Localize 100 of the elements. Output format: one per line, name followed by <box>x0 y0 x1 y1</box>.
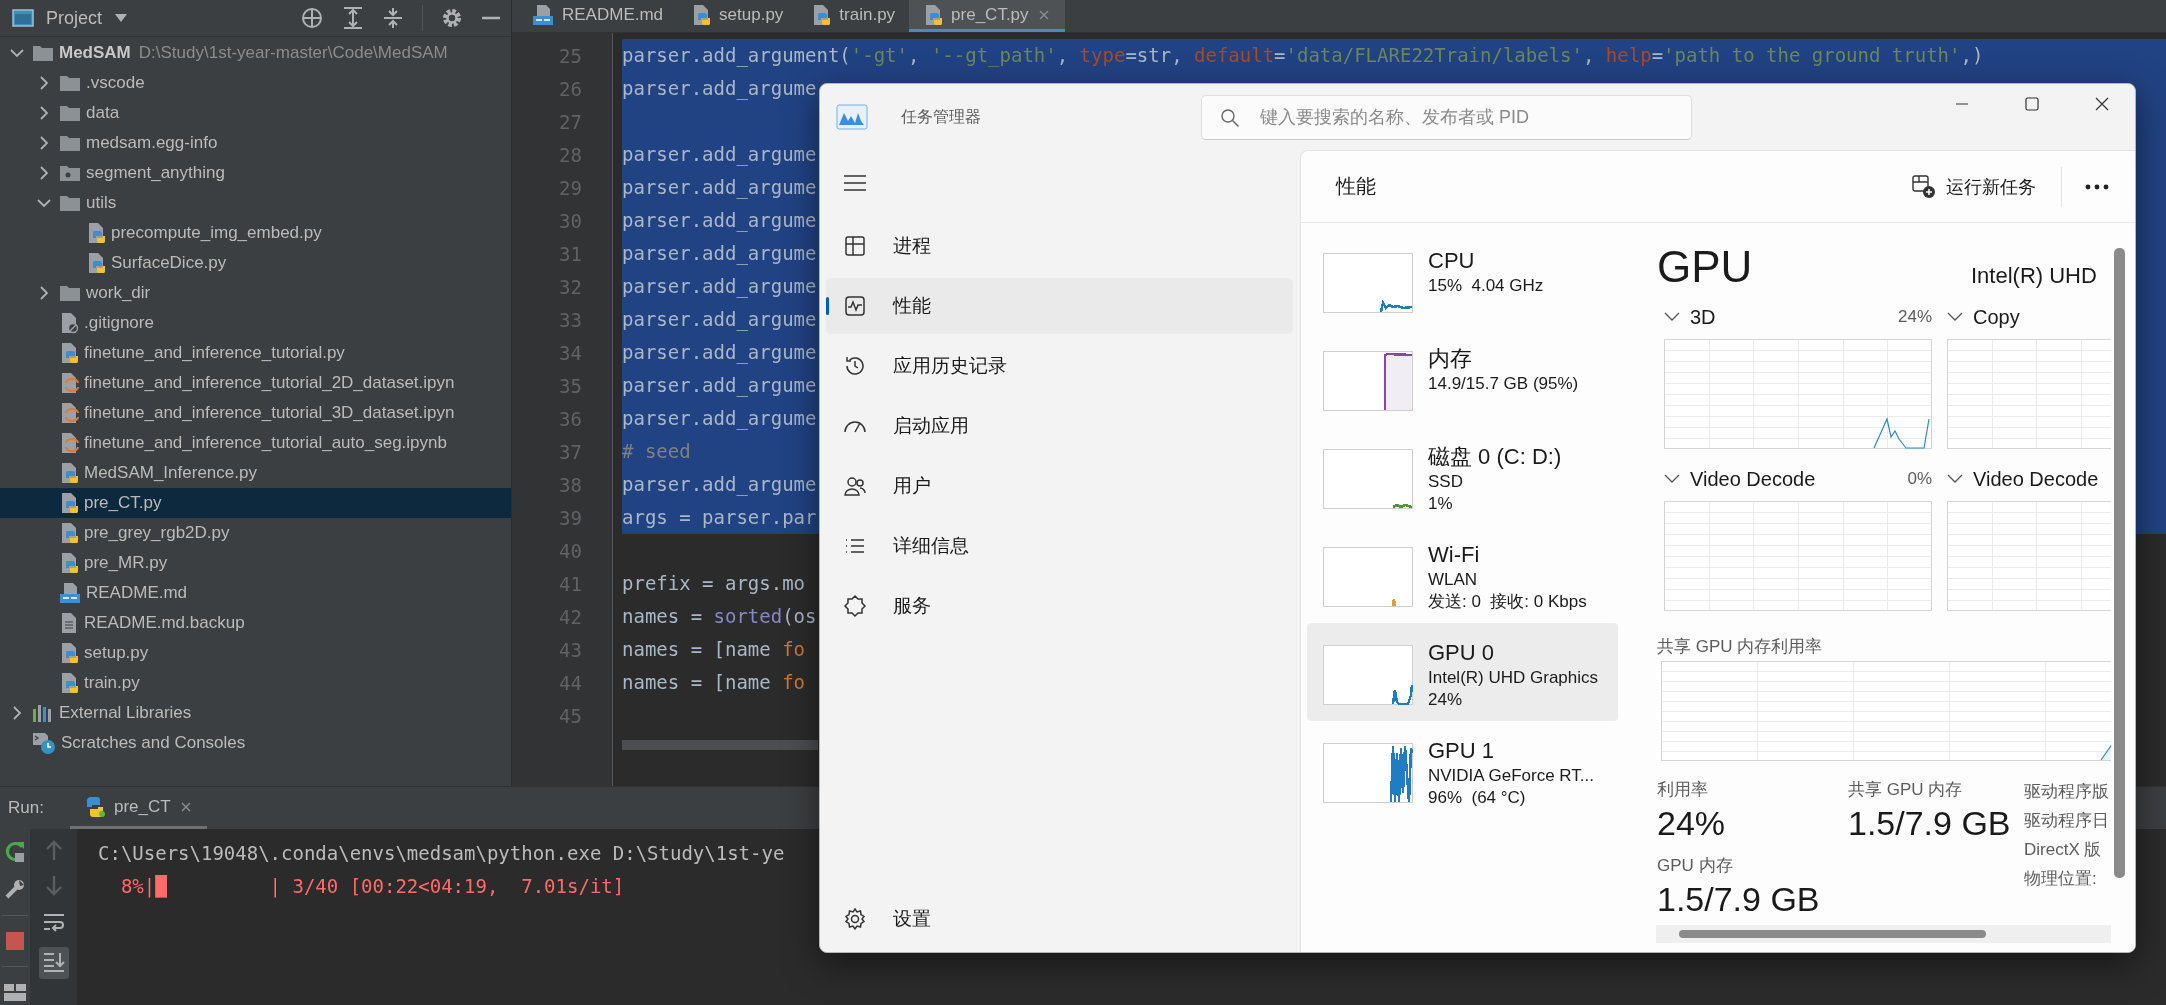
processes-icon <box>843 234 867 258</box>
horizontal-scrollbar[interactable] <box>1679 930 1986 938</box>
tree-item[interactable]: Scratches and Consoles <box>0 728 511 758</box>
tree-item[interactable]: data <box>0 98 511 128</box>
python-file-icon <box>59 492 79 514</box>
libraries-icon <box>32 703 54 723</box>
nav-item[interactable]: 应用历史记录 <box>826 338 1293 394</box>
tree-item[interactable]: pre_MR.py <box>0 548 511 578</box>
engine-value: 0% <box>1907 469 1932 489</box>
run-new-task-button[interactable]: 运行新任务 <box>1902 168 2046 205</box>
maximize-icon[interactable] <box>2025 97 2039 111</box>
tree-item[interactable]: .gitignore <box>0 308 511 338</box>
menu-icon[interactable] <box>843 173 867 193</box>
tree-item[interactable]: medsam.egg-info <box>0 128 511 158</box>
collapse-all-icon[interactable] <box>382 6 404 30</box>
tree-item[interactable]: External Libraries <box>0 698 511 728</box>
scroll-to-end-icon[interactable] <box>41 950 66 972</box>
layout-icon[interactable] <box>3 981 27 1003</box>
tree-item[interactable]: MedSAM D:\Study\1st-year-master\Code\MedSAM <box>0 38 511 68</box>
device-detail: SSD <box>1428 471 1464 493</box>
wrench-icon[interactable] <box>3 877 27 901</box>
markdown-file-icon <box>532 3 554 26</box>
editor-tab[interactable]: pre_CT.py <box>909 0 1065 32</box>
tree-item[interactable]: utils <box>0 188 511 218</box>
chevron-icon[interactable] <box>1947 312 1963 322</box>
chevron-icon[interactable] <box>1664 474 1680 484</box>
project-view-dropdown[interactable]: Project <box>46 7 129 29</box>
notebook-file-icon <box>59 372 79 394</box>
stat-value: 1.5/7.9 GB <box>1848 803 2012 843</box>
device-detail: 96% (64 °C) <box>1428 787 1527 809</box>
device-item[interactable]: CPU 15% 4.04 GHz <box>1307 231 1618 329</box>
editor-tab[interactable]: setup.py <box>677 0 798 32</box>
caret-down-icon <box>114 13 129 23</box>
folder-icon <box>59 104 81 122</box>
device-item[interactable]: Wi-Fi WLAN 发送: 0 接收: 0 Kbps <box>1307 525 1618 623</box>
nav-item[interactable]: 进程 <box>826 218 1293 274</box>
scratches-icon <box>32 731 56 755</box>
device-item[interactable]: 内存 14.9/15.7 GB (95%) <box>1307 329 1618 427</box>
nav-item[interactable]: 服务 <box>826 578 1293 634</box>
tree-item[interactable]: SurfaceDice.py <box>0 248 511 278</box>
services-icon <box>843 594 867 618</box>
folder-icon <box>59 164 81 182</box>
run-tab[interactable]: pre_CT <box>69 787 207 829</box>
nav-item[interactable]: 详细信息 <box>826 518 1293 574</box>
folder-icon <box>59 134 81 152</box>
device-name: CPU <box>1428 247 1476 275</box>
tree-item[interactable]: precompute_img_embed.py <box>0 218 511 248</box>
settings-icon[interactable] <box>441 7 463 29</box>
tree-item[interactable]: README.md.backup <box>0 608 511 638</box>
device-item[interactable]: GPU 1 NVIDIA GeForce RT... 96% (64 °C) <box>1307 721 1618 819</box>
stat-label: GPU 内存 <box>1657 855 1734 877</box>
tree-item[interactable]: .vscode <box>0 68 511 98</box>
code-line: names = [name fo <box>622 670 806 695</box>
console-line: 8%|█ | 3/40 [00:22<04:19, 7.01s/it] <box>119 874 625 900</box>
tree-item[interactable]: setup.py <box>0 638 511 668</box>
nav-item[interactable]: 用户 <box>826 458 1293 514</box>
locate-icon[interactable] <box>300 6 324 30</box>
window-title: 任务管理器 <box>901 106 982 127</box>
tree-item[interactable]: pre_CT.py <box>0 488 511 518</box>
tree-item[interactable]: train.py <box>0 668 511 698</box>
editor-tab[interactable]: README.md <box>518 0 678 32</box>
nav-item[interactable]: 性能 <box>826 278 1293 334</box>
tree-item[interactable]: MedSAM_Inference.py <box>0 458 511 488</box>
tree-item[interactable]: finetune_and_inference_tutorial.py <box>0 338 511 368</box>
tree-item[interactable]: segment_anything <box>0 158 511 188</box>
horizontal-scrollbar[interactable] <box>622 740 818 750</box>
users-icon <box>843 474 867 498</box>
device-detail: WLAN <box>1428 569 1479 591</box>
gpu-model: Intel(R) UHD <box>1971 262 2097 290</box>
tree-item[interactable]: finetune_and_inference_tutorial_2D_dataset.ipyn <box>0 368 511 398</box>
device-name: GPU 0 <box>1428 639 1496 667</box>
editor-tab[interactable]: train.py <box>797 0 910 32</box>
tree-item[interactable]: work_dir <box>0 278 511 308</box>
expand-all-icon[interactable] <box>342 6 364 30</box>
search-field[interactable]: 键入要搜索的名称、发布者或 PID <box>1201 94 1692 140</box>
tree-item[interactable]: README.md <box>0 578 511 608</box>
soft-wrap-icon[interactable] <box>41 911 66 933</box>
python-file-icon <box>59 342 79 364</box>
python-file-icon <box>59 672 79 694</box>
device-item[interactable]: 磁盘 0 (C: D:) SSD 1% <box>1307 427 1618 525</box>
device-item[interactable]: GPU 0 Intel(R) UHD Graphics 24% <box>1307 623 1618 721</box>
device-name: GPU 1 <box>1428 737 1496 765</box>
close-icon[interactable] <box>2095 97 2109 111</box>
python-file-icon <box>86 252 106 274</box>
device-detail: 15% 4.04 GHz <box>1428 275 1544 297</box>
chevron-icon[interactable] <box>1947 474 1963 484</box>
folder-icon <box>59 284 81 302</box>
device-detail: Intel(R) UHD Graphics <box>1428 667 1599 689</box>
text-file-icon <box>59 612 79 634</box>
python-file-icon <box>59 522 79 544</box>
engine-name: Copy <box>1973 305 2020 329</box>
tree-item[interactable]: finetune_and_inference_tutorial_auto_seg.ipynb <box>0 428 511 458</box>
tree-item[interactable]: pre_grey_rgb2D.py <box>0 518 511 548</box>
tree-item[interactable]: finetune_and_inference_tutorial_3D_dataset.ipyn <box>0 398 511 428</box>
settings-nav-item[interactable]: 设置 <box>826 891 1293 947</box>
rerun-icon[interactable] <box>3 839 27 863</box>
stop-icon[interactable] <box>4 930 26 952</box>
chevron-icon[interactable] <box>1664 312 1680 322</box>
vertical-scrollbar[interactable] <box>2114 248 2125 878</box>
nav-item[interactable]: 启动应用 <box>826 398 1293 454</box>
